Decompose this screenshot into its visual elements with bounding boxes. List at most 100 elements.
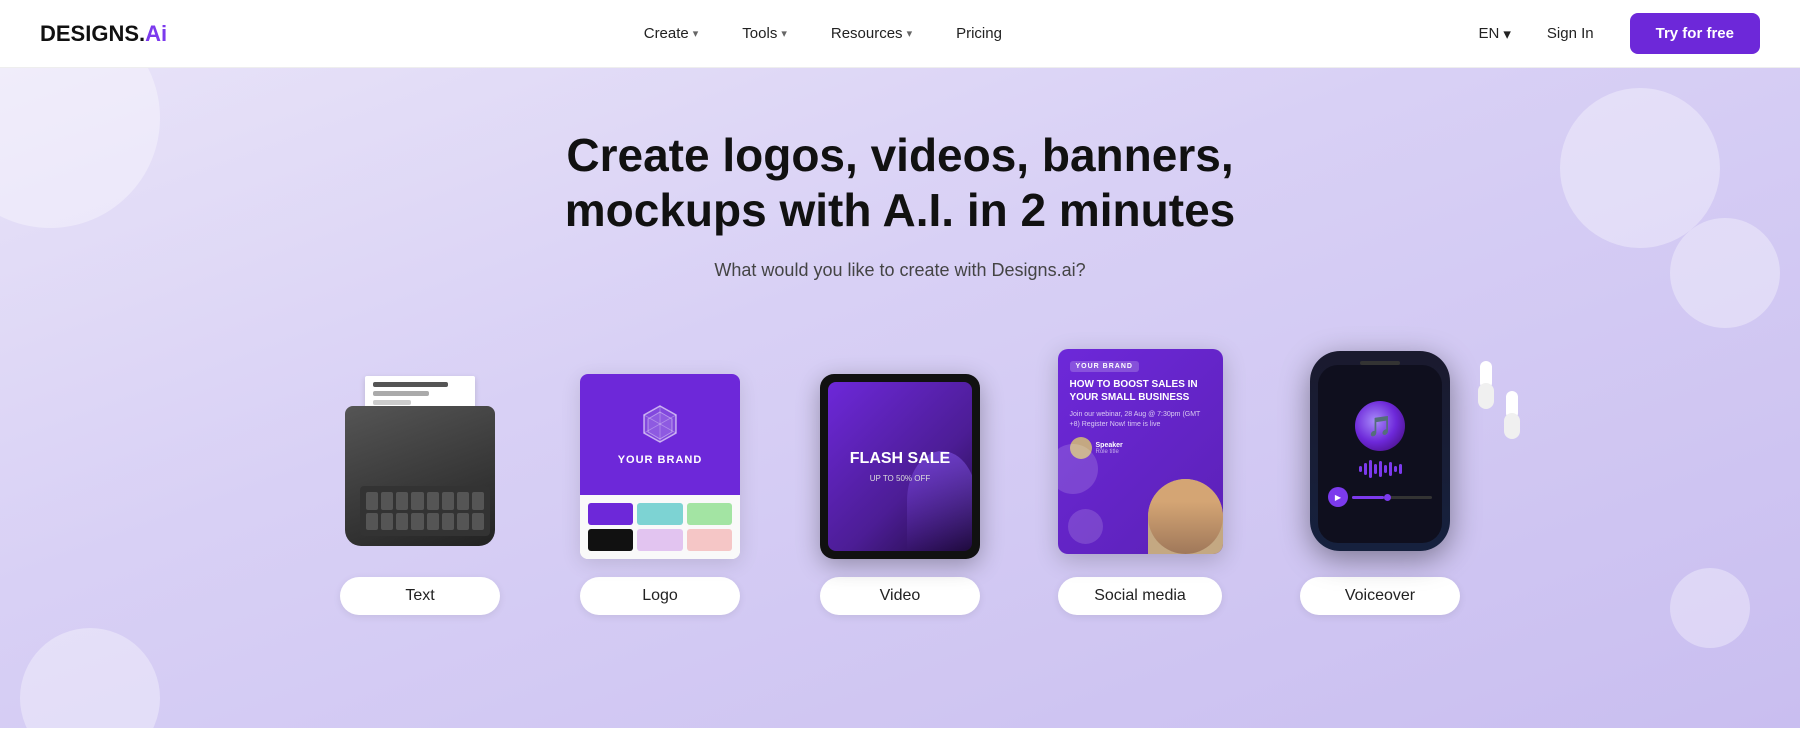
key [396, 513, 408, 531]
card-social-label: Social media [1058, 577, 1222, 615]
speaker-name: Speaker [1096, 442, 1211, 449]
social-deco-dot-2 [1068, 509, 1103, 544]
try-free-button[interactable]: Try for free [1630, 13, 1760, 54]
deco-circle-5 [20, 628, 160, 728]
speaker-info: Speaker Role title [1096, 442, 1211, 455]
swatch-teal [637, 503, 682, 525]
key [381, 513, 393, 531]
card-text-label: Text [340, 577, 500, 615]
nav-resources[interactable]: Resources ▾ [813, 17, 930, 50]
navbar: DESIGNS.Ai Create ▾ Tools ▾ Resources ▾ … [0, 0, 1800, 68]
nav-pricing[interactable]: Pricing [938, 17, 1020, 50]
voice-screen: 🎵 ▶ [1318, 365, 1442, 543]
typewriter-image [340, 386, 500, 546]
key [442, 492, 454, 510]
wave-bar [1364, 463, 1367, 475]
product-cards-row: Text YOUR BRAND [200, 341, 1600, 615]
card-logo[interactable]: YOUR BRAND Logo [560, 371, 760, 615]
card-video-visual: FLASH SALE UP TO 50% OFF [800, 371, 1000, 561]
wave-bar [1389, 462, 1392, 476]
card-video[interactable]: FLASH SALE UP TO 50% OFF Video [800, 371, 1000, 615]
wave-bar [1369, 460, 1372, 478]
nav-links: Create ▾ Tools ▾ Resources ▾ Pricing [626, 17, 1020, 50]
chevron-down-icon: ▾ [781, 27, 787, 40]
hex-gem-icon [638, 402, 682, 446]
chevron-down-icon: ▾ [907, 27, 913, 40]
card-voiceover[interactable]: 🎵 ▶ [1280, 341, 1480, 615]
wave-bar [1374, 464, 1377, 474]
hero-subtitle: What would you like to create with Desig… [714, 260, 1085, 281]
deco-circle-2 [1560, 88, 1720, 248]
nav-create[interactable]: Create ▾ [626, 17, 717, 50]
key [411, 513, 423, 531]
card-voiceover-visual: 🎵 ▶ [1280, 341, 1480, 561]
swatch-purple [588, 503, 633, 525]
card-social-visual: YOUR BRAND HOW TO BOOST SALES IN YOUR SM… [1040, 341, 1240, 561]
card-text[interactable]: Text [320, 371, 520, 615]
key [427, 513, 439, 531]
tablet-screen: FLASH SALE UP TO 50% OFF [828, 382, 972, 551]
card-social[interactable]: YOUR BRAND HOW TO BOOST SALES IN YOUR SM… [1040, 341, 1240, 615]
chevron-down-icon: ▾ [1503, 25, 1511, 43]
wave-bar [1359, 466, 1362, 472]
language-selector[interactable]: EN ▾ [1479, 25, 1511, 43]
tablet-image: FLASH SALE UP TO 50% OFF [820, 374, 980, 559]
nav-right: EN ▾ Sign In Try for free [1479, 13, 1760, 54]
airpod-icon [1472, 361, 1500, 411]
logo-card-image: YOUR BRAND [580, 374, 740, 559]
key [472, 492, 484, 510]
typewriter-keys [360, 486, 490, 536]
hero-section: Create logos, videos, banners, mockups w… [0, 68, 1800, 728]
key [457, 492, 469, 510]
wave-bar [1384, 465, 1387, 473]
speaker-role: Role title [1096, 449, 1211, 455]
logo-card-brand: YOUR BRAND [618, 454, 703, 466]
airpod-right [1472, 361, 1500, 416]
wave-bar [1399, 464, 1402, 474]
swatch-green [687, 503, 732, 525]
card-voiceover-label: Voiceover [1300, 577, 1460, 615]
swatch-black [588, 529, 633, 551]
key [381, 492, 393, 510]
paper-line [373, 400, 411, 405]
voice-slider-row: ▶ [1328, 487, 1432, 507]
logo-text: DESIGNS.Ai [40, 21, 167, 47]
voice-progress-fill [1352, 496, 1384, 499]
flash-sub-text: UP TO 50% OFF [870, 474, 930, 483]
voice-play-button[interactable]: ▶ [1328, 487, 1348, 507]
social-face-inner [1148, 479, 1223, 554]
deco-circle-1 [0, 68, 160, 228]
wave-bar [1394, 466, 1397, 472]
swatch-lavender [637, 529, 682, 551]
card-logo-visual: YOUR BRAND [560, 371, 760, 561]
key [442, 513, 454, 531]
social-card-subtitle: Join our webinar, 28 Aug @ 7:30pm (GMT +… [1070, 410, 1211, 430]
hero-title: Create logos, videos, banners, mockups w… [470, 128, 1330, 238]
key [457, 513, 469, 531]
phone-image: 🎵 ▶ [1310, 351, 1450, 551]
card-logo-label: Logo [580, 577, 740, 615]
key [472, 513, 484, 531]
voice-progress-bar [1352, 496, 1432, 499]
flash-sale-text: FLASH SALE [850, 450, 950, 468]
social-brand-tag: YOUR BRAND [1070, 361, 1139, 372]
social-card-title: HOW TO BOOST SALES IN YOUR SMALL BUSINES… [1070, 378, 1211, 404]
social-face-image [1148, 479, 1223, 554]
airpod-left [1498, 391, 1526, 446]
key [366, 492, 378, 510]
nav-tools[interactable]: Tools ▾ [724, 17, 805, 50]
sign-in-button[interactable]: Sign In [1531, 17, 1610, 50]
social-deco-dot-1 [1058, 444, 1098, 494]
card-text-visual [320, 371, 520, 561]
typewriter-body [345, 406, 495, 546]
social-card-image: YOUR BRAND HOW TO BOOST SALES IN YOUR SM… [1058, 349, 1223, 554]
paper-line [373, 382, 448, 387]
logo-card-swatches [580, 495, 740, 559]
key [396, 492, 408, 510]
paper-line [373, 391, 429, 396]
airpod-icon [1498, 391, 1526, 441]
logo[interactable]: DESIGNS.Ai [40, 21, 167, 47]
key [411, 492, 423, 510]
logo-card-top: YOUR BRAND [580, 374, 740, 495]
wave-bar [1379, 461, 1382, 477]
